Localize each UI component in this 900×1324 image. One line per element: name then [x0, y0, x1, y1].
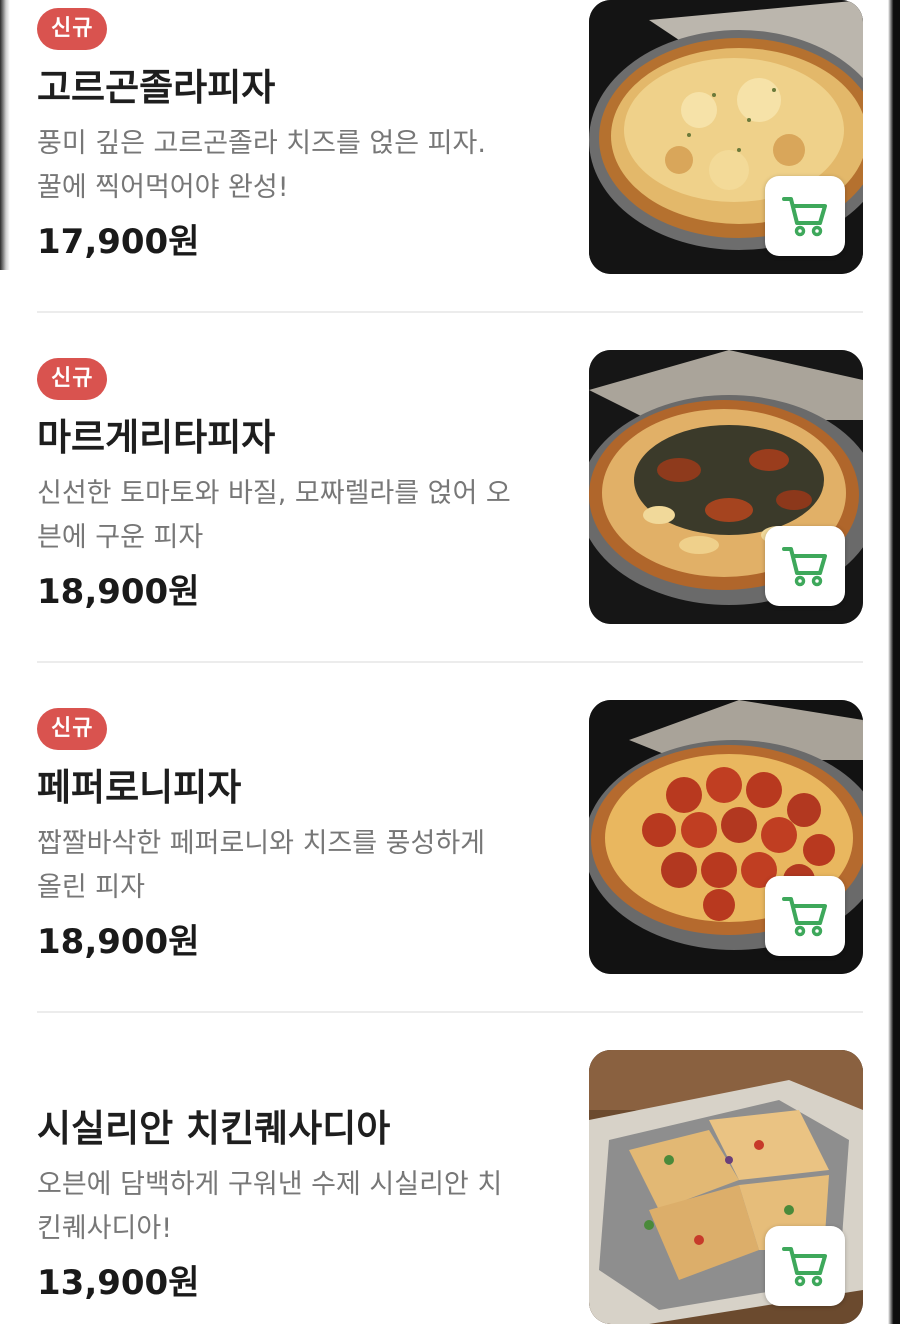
menu-item-margherita[interactable]: 신규 마르게리타피자 신선한 토마토와 바질, 모짜렐라를 얹어 오 븐에 구운…: [37, 313, 863, 663]
menu-item-info: 신규 페퍼로니피자 짭짤바삭한 페퍼로니와 치즈를 풍성하게 올린 피자 18,…: [37, 708, 557, 966]
description-line: 올린 피자: [37, 872, 145, 903]
margherita-pizza-photo[interactable]: [589, 350, 863, 624]
description-line: 킨퀘사디아!: [37, 1213, 173, 1244]
description-line: 신선한 토마토와 바질, 모짜렐라를 얹어 오: [37, 478, 511, 509]
menu-item-pepperoni[interactable]: 신규 페퍼로니피자 짭짤바삭한 페퍼로니와 치즈를 풍성하게 올린 피자 18,…: [37, 663, 863, 1013]
menu-item-description: 신선한 토마토와 바질, 모짜렐라를 얹어 오 븐에 구운 피자: [37, 472, 557, 560]
menu-item-name[interactable]: 고르곤졸라피자: [37, 64, 557, 112]
quesadilla-photo[interactable]: [589, 1050, 863, 1324]
menu-list: 신규 고르곤졸라피자 풍미 깊은 고르곤졸라 치즈를 얹은 피자. 꿀에 찍어먹…: [37, 0, 863, 1324]
menu-item-description: 풍미 깊은 고르곤졸라 치즈를 얹은 피자. 꿀에 찍어먹어야 완성!: [37, 122, 557, 210]
gorgonzola-pizza-photo[interactable]: [589, 0, 863, 274]
description-line: 꿀에 찍어먹어야 완성!: [37, 172, 289, 203]
new-badge: 신규: [37, 8, 108, 50]
description-line: 풍미 깊은 고르곤졸라 치즈를 얹은 피자.: [37, 128, 486, 159]
menu-item-info: 신규 마르게리타피자 신선한 토마토와 바질, 모짜렐라를 얹어 오 븐에 구운…: [37, 358, 557, 616]
bezel-left: [0, 0, 10, 270]
cart-icon: [782, 197, 827, 237]
new-badge: 신규: [37, 358, 108, 400]
menu-screen: 신규 고르곤졸라피자 풍미 깊은 고르곤졸라 치즈를 얹은 피자. 꿀에 찍어먹…: [0, 0, 900, 1324]
menu-item-name[interactable]: 마르게리타피자: [37, 414, 557, 462]
bezel-right: [888, 0, 900, 1324]
menu-item-quesadilla[interactable]: 시실리안 치킨퀘사디아 오븐에 담백하게 구워낸 수제 시실리안 치 킨퀘사디아…: [37, 1013, 863, 1324]
description-line: 오븐에 담백하게 구워낸 수제 시실리안 치: [37, 1169, 503, 1200]
description-line: 븐에 구운 피자: [37, 522, 204, 553]
add-to-cart-button[interactable]: [765, 176, 845, 256]
new-badge: 신규: [37, 708, 108, 750]
menu-item-price: 13,900원: [37, 1263, 200, 1303]
menu-item-name[interactable]: 페퍼로니피자: [37, 764, 557, 812]
menu-item-name[interactable]: 시실리안 치킨퀘사디아: [37, 1105, 557, 1153]
menu-item-price: 18,900원: [37, 572, 200, 612]
cart-icon: [782, 1247, 827, 1287]
menu-item-description: 오븐에 담백하게 구워낸 수제 시실리안 치 킨퀘사디아!: [37, 1163, 557, 1251]
menu-item-gorgonzola[interactable]: 신규 고르곤졸라피자 풍미 깊은 고르곤졸라 치즈를 얹은 피자. 꿀에 찍어먹…: [37, 0, 863, 313]
menu-item-price: 18,900원: [37, 922, 200, 962]
add-to-cart-button[interactable]: [765, 876, 845, 956]
description-line: 짭짤바삭한 페퍼로니와 치즈를 풍성하게: [37, 828, 486, 859]
menu-item-description: 짭짤바삭한 페퍼로니와 치즈를 풍성하게 올린 피자: [37, 822, 557, 910]
menu-item-info: 시실리안 치킨퀘사디아 오븐에 담백하게 구워낸 수제 시실리안 치 킨퀘사디아…: [37, 1091, 557, 1307]
add-to-cart-button[interactable]: [765, 526, 845, 606]
menu-item-price: 17,900원: [37, 222, 200, 262]
add-to-cart-button[interactable]: [765, 1226, 845, 1306]
pepperoni-pizza-photo[interactable]: [589, 700, 863, 974]
cart-icon: [782, 897, 827, 937]
menu-item-info: 신규 고르곤졸라피자 풍미 깊은 고르곤졸라 치즈를 얹은 피자. 꿀에 찍어먹…: [37, 8, 557, 266]
cart-icon: [782, 547, 827, 587]
